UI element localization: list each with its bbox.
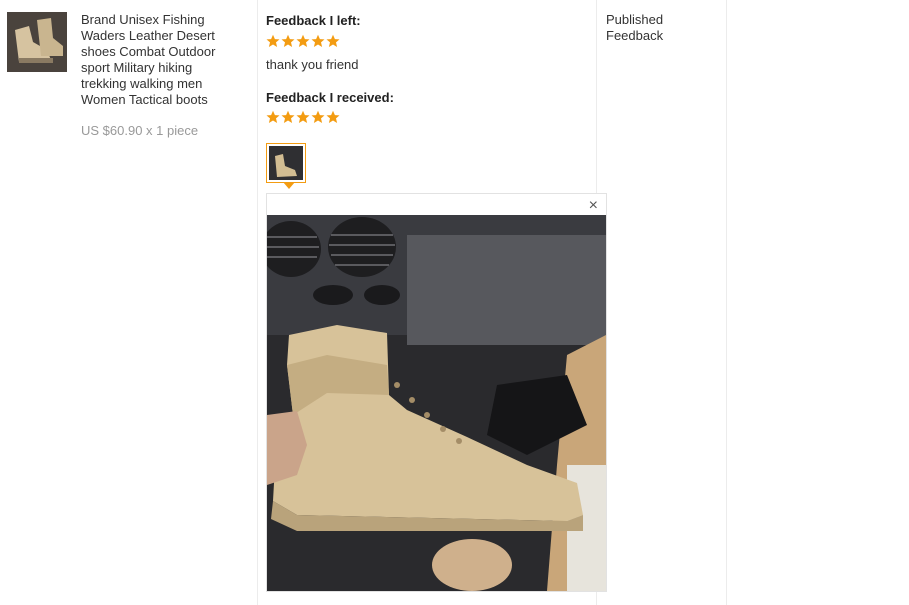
star-icon <box>266 110 280 123</box>
star-icon <box>326 110 340 123</box>
close-icon[interactable]: × <box>589 197 598 215</box>
boot-photo-thumb-icon <box>269 146 303 180</box>
boot-thumbnail-icon <box>7 12 67 72</box>
star-icon <box>311 34 325 47</box>
feedback-left-stars <box>266 34 340 48</box>
star-icon <box>266 34 280 47</box>
feedback-left-label: Feedback I left: <box>266 13 361 28</box>
product-title[interactable]: Brand Unisex Fishing Waders Leather Dese… <box>81 12 241 108</box>
product-thumbnail[interactable] <box>7 12 67 72</box>
boot-photo-icon <box>267 215 606 591</box>
feedback-photo-thumbnail[interactable] <box>266 143 306 183</box>
column-divider <box>257 0 258 605</box>
star-icon <box>296 110 310 123</box>
star-icon <box>326 34 340 47</box>
photo-popup: × <box>266 193 607 592</box>
column-divider <box>726 0 727 605</box>
star-icon <box>311 110 325 123</box>
feedback-left-comment: thank you friend <box>266 57 359 72</box>
star-icon <box>296 34 310 47</box>
star-icon <box>281 34 295 47</box>
feedback-status: Published Feedback <box>606 12 664 43</box>
feedback-received-stars <box>266 110 340 124</box>
thumbnail-caret <box>283 182 295 189</box>
product-price: US $60.90 x 1 piece <box>81 123 199 138</box>
star-icon <box>281 110 295 123</box>
feedback-received-label: Feedback I received: <box>266 90 394 105</box>
